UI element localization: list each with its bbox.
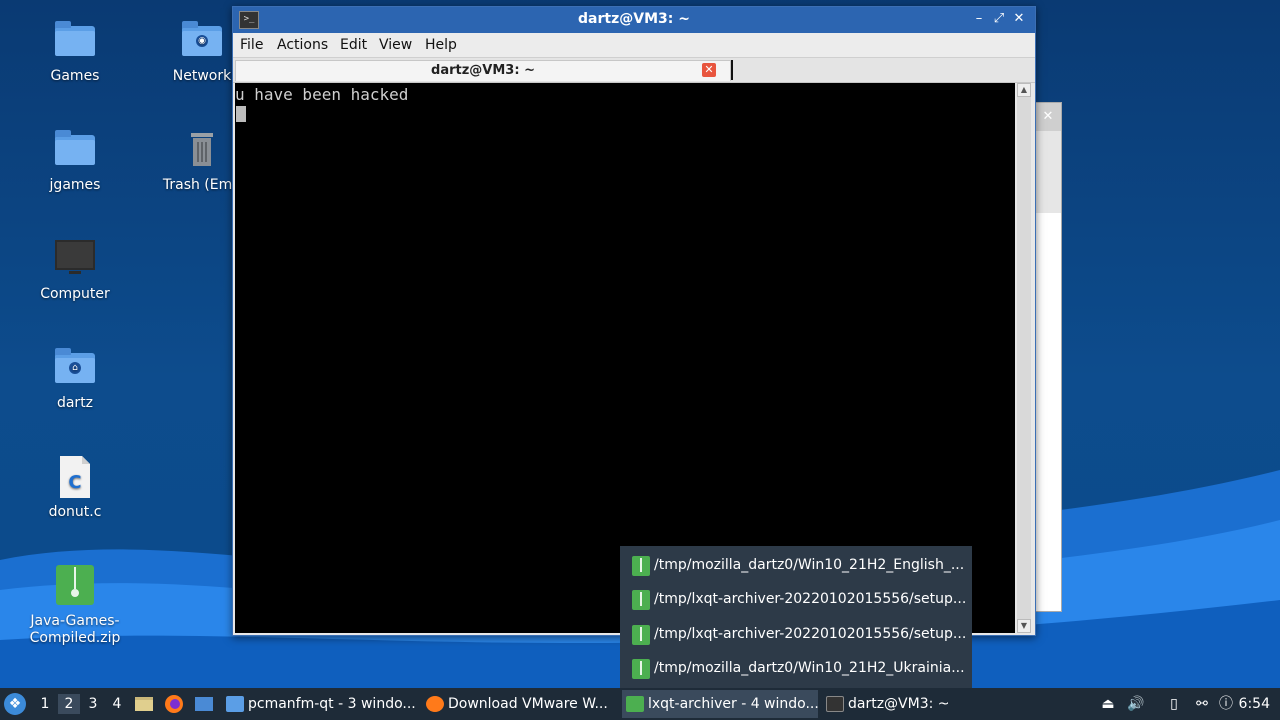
show-tray-icon[interactable]: ⏏ — [1098, 694, 1118, 714]
task-label: pcmanfm-qt - 3 windo... — [248, 696, 416, 712]
close-icon[interactable]: ✕ — [1035, 103, 1061, 131]
popup-item[interactable]: /tmp/mozilla_dartz0/Win10_21H2_English_.… — [620, 548, 972, 582]
scroll-down-icon[interactable]: ▼ — [1017, 619, 1031, 633]
terminal-icon — [826, 696, 844, 712]
volume-icon[interactable]: 🔊 — [1126, 694, 1146, 714]
svg-text:C: C — [68, 472, 81, 493]
maximize-button[interactable]: ⤢ — [991, 11, 1007, 27]
scroll-up-icon[interactable]: ▲ — [1017, 83, 1031, 97]
firefox-icon — [426, 696, 444, 712]
workspace-1[interactable]: 1 — [34, 694, 56, 714]
popup-item[interactable]: /tmp/lxqt-archiver-20220102015556/setup.… — [620, 582, 972, 616]
desktop-icon-label: Java-Games-Compiled.zip — [29, 613, 121, 646]
desktop-icon-label: Computer — [40, 286, 110, 302]
task-firefox[interactable]: Download VMware W... — [422, 690, 618, 718]
clipboard-icon[interactable]: ▯ — [1164, 694, 1184, 714]
archive-icon — [626, 696, 644, 712]
menu-view[interactable]: View — [379, 37, 412, 53]
task-label: Download VMware W... — [448, 696, 608, 712]
desktop-icon-label: dartz — [56, 395, 94, 411]
desktop-icon-label: donut.c — [48, 504, 102, 520]
desktop-icon-label: jgames — [49, 177, 101, 193]
popup-item-label: /tmp/lxqt-archiver-20220102015556/setup.… — [654, 626, 966, 642]
computer-icon — [52, 236, 98, 282]
terminal-window[interactable]: >_ dartz@VM3: ~ – ⤢ ✕ File Actions Edit … — [232, 6, 1036, 636]
popup-item-label: /tmp/lxqt-archiver-20220102015556/setup.… — [654, 591, 966, 607]
start-menu-icon[interactable]: ❖ — [4, 693, 26, 715]
trash-icon — [179, 127, 225, 173]
folder-icon — [52, 127, 98, 173]
folder-icon — [226, 696, 244, 712]
window-titlebar[interactable]: >_ dartz@VM3: ~ – ⤢ ✕ — [233, 7, 1035, 33]
tab-separator — [731, 60, 733, 80]
archive-icon — [632, 659, 650, 679]
menu-bar: File Actions Edit View Help — [233, 33, 1035, 58]
archive-icon — [632, 556, 650, 576]
archive-icon — [632, 590, 650, 610]
tab-terminal[interactable]: dartz@VM3: ~ ✕ — [235, 60, 731, 81]
c-source-file-icon: C — [52, 454, 98, 500]
minimize-button[interactable]: – — [971, 11, 987, 27]
task-terminal[interactable]: dartz@VM3: ~ — [822, 690, 1018, 718]
desktop-icon-donut-c[interactable]: C donut.c — [20, 454, 130, 520]
vertical-scrollbar[interactable]: ▲ ▼ — [1017, 83, 1031, 633]
window-title: dartz@VM3: ~ — [578, 11, 690, 27]
clock[interactable]: 6:54 — [1239, 688, 1270, 720]
firefox-icon[interactable] — [164, 694, 184, 714]
network-folder-icon: ◉ — [179, 18, 225, 64]
workspace-4[interactable]: 4 — [106, 694, 128, 714]
home-folder-icon: ⌂ — [52, 345, 98, 391]
archiver-window-list-popup: /tmp/mozilla_dartz0/Win10_21H2_English_.… — [620, 546, 972, 688]
update-notifier-icon[interactable]: ⓘ — [1216, 694, 1236, 714]
desktop-icon-dartz[interactable]: ⌂ dartz — [20, 345, 130, 411]
task-pcmanfm[interactable]: pcmanfm-qt - 3 windo... — [222, 690, 418, 718]
menu-actions[interactable]: Actions — [277, 37, 328, 53]
popup-item[interactable]: /tmp/mozilla_dartz0/Win10_21H2_Ukrainia.… — [620, 651, 972, 685]
text-cursor — [236, 106, 246, 122]
background-window[interactable]: ✕ — [1034, 102, 1062, 612]
tab-bar: dartz@VM3: ~ ✕ — [233, 58, 1035, 83]
desktop-icon-jgames[interactable]: jgames — [20, 127, 130, 193]
folder-icon — [52, 18, 98, 64]
workspace-2[interactable]: 2 — [58, 694, 80, 714]
workspace-3[interactable]: 3 — [82, 694, 104, 714]
zip-file-icon — [52, 563, 98, 609]
desktop-icon-games[interactable]: Games — [20, 18, 130, 84]
close-icon[interactable]: ✕ — [702, 63, 716, 77]
menu-help[interactable]: Help — [425, 37, 457, 53]
network-icon[interactable]: ⚯ — [1192, 694, 1212, 714]
task-lxqt-archiver[interactable]: lxqt-archiver - 4 windo... — [622, 690, 818, 718]
menu-file[interactable]: File — [240, 37, 263, 53]
desktop-icon-label: Games — [50, 68, 100, 84]
tab-title: dartz@VM3: ~ — [431, 63, 535, 78]
terminal-output-line: u have been hacked — [235, 85, 409, 104]
popup-item[interactable]: /tmp/lxqt-archiver-20220102015556/setup.… — [620, 617, 972, 651]
archive-icon — [632, 625, 650, 645]
taskbar: ❖ 1 2 3 4 pcmanfm-qt - 3 windo... Downlo… — [0, 688, 1280, 720]
desktop-icon-computer[interactable]: Computer — [20, 236, 130, 302]
menu-edit[interactable]: Edit — [340, 37, 367, 53]
task-label: dartz@VM3: ~ — [848, 696, 950, 712]
desktop-icon-java-games-zip[interactable]: Java-Games-Compiled.zip — [20, 563, 130, 647]
close-button[interactable]: ✕ — [1011, 11, 1027, 27]
file-manager-launcher-icon[interactable] — [134, 694, 154, 714]
desktop-icon[interactable] — [194, 694, 214, 714]
task-label: lxqt-archiver - 4 windo... — [648, 696, 818, 712]
popup-item-label: /tmp/mozilla_dartz0/Win10_21H2_Ukrainia.… — [654, 660, 965, 676]
popup-item-label: /tmp/mozilla_dartz0/Win10_21H2_English_.… — [654, 557, 965, 573]
